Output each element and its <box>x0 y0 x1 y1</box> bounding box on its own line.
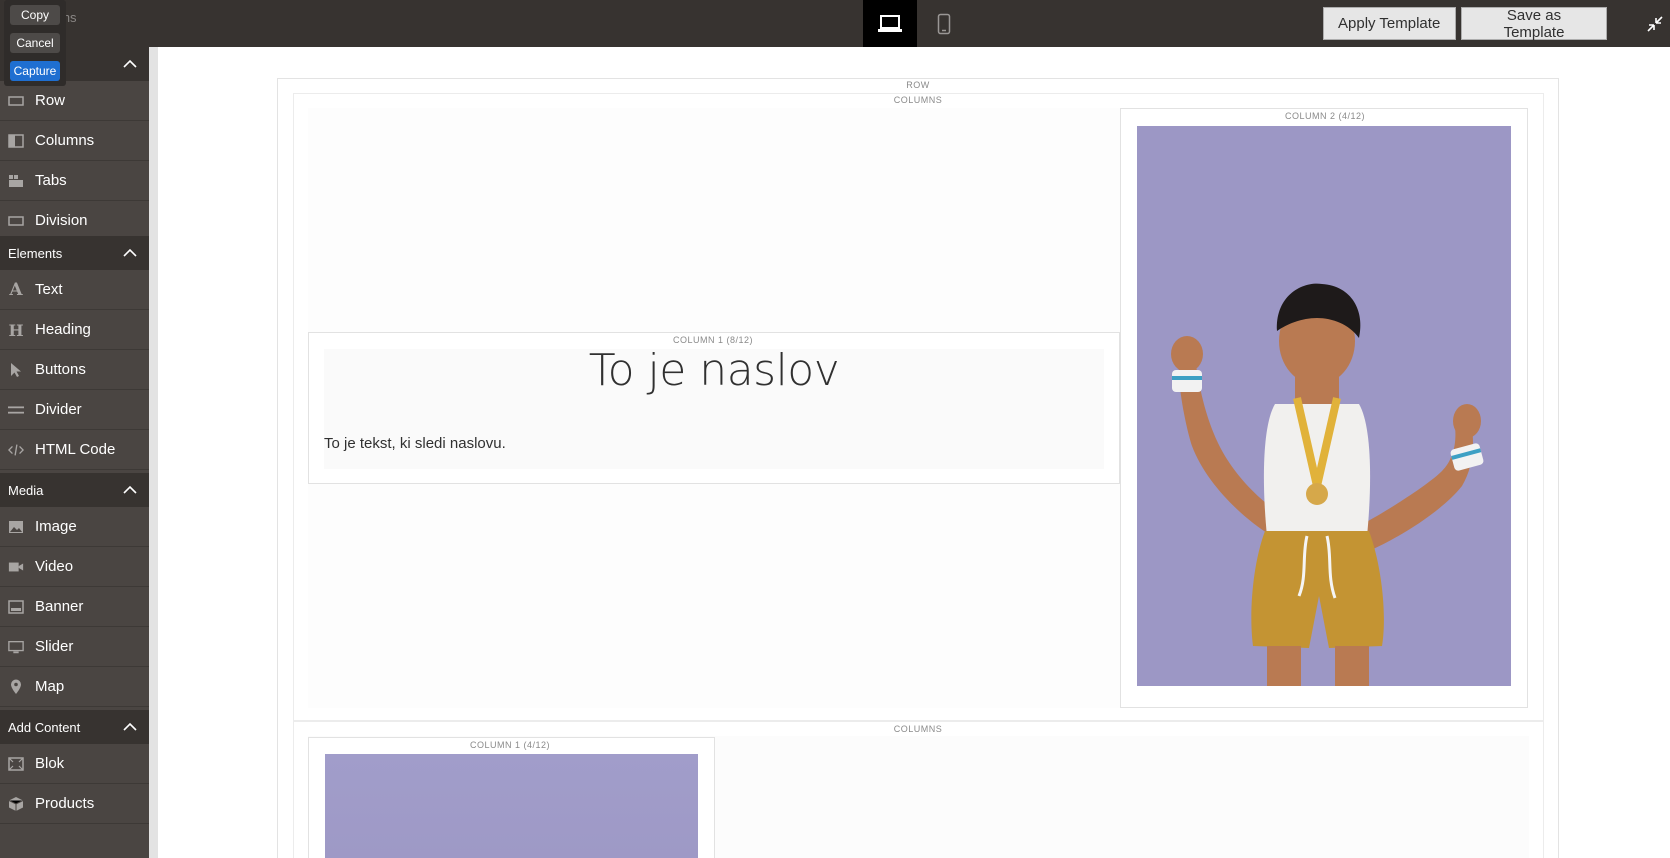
sidebar-item-text[interactable]: A Text <box>0 270 149 310</box>
save-as-template-button[interactable]: Save as Template <box>1461 7 1607 41</box>
sidebar-item-label: Row <box>35 92 66 109</box>
group-add-content-label: Add Content <box>8 719 81 735</box>
second-image[interactable] <box>325 754 698 858</box>
sidebar-item-label: Heading <box>35 321 91 338</box>
sidebar-item-video[interactable]: Video <box>0 547 149 587</box>
chevron-up-icon <box>123 722 137 731</box>
block-icon <box>8 756 24 772</box>
group-elements-header[interactable]: Elements <box>0 236 149 270</box>
sidebar-item-label: Tabs <box>35 172 67 189</box>
sidebar-item-label: Divider <box>35 401 82 418</box>
chevron-up-icon <box>123 59 137 68</box>
columns-icon <box>8 133 24 149</box>
sidebar-item-divider[interactable]: Divider <box>0 390 149 430</box>
sidebar-item-image[interactable]: Image <box>0 507 149 547</box>
sidebar-item-blok[interactable]: Blok <box>0 744 149 784</box>
sidebar-item-tabs[interactable]: Tabs <box>0 161 149 201</box>
sidebar-item-map[interactable]: Map <box>0 667 149 707</box>
division-icon <box>8 213 24 229</box>
video-icon <box>8 559 24 575</box>
column-1-label: COLUMN 1 (8/12) <box>672 335 754 345</box>
columns-label-2: COLUMNS <box>893 724 943 734</box>
code-icon <box>8 442 24 458</box>
mobile-view-button[interactable] <box>917 0 971 47</box>
top-toolbar: Apply Template Save as Template <box>0 0 1670 47</box>
cancel-button[interactable]: Cancel <box>10 33 60 53</box>
apply-template-button[interactable]: Apply Template <box>1323 7 1456 40</box>
group-elements-label: Elements <box>8 245 63 261</box>
sidebar-item-banner[interactable]: Banner <box>0 587 149 627</box>
chevron-up-icon <box>123 248 137 257</box>
sidebar-item-label: Blok <box>35 755 65 772</box>
exit-fullscreen-icon[interactable] <box>1645 14 1665 34</box>
copy-button[interactable]: Copy <box>10 5 60 25</box>
sidebar-item-label: Columns <box>35 132 95 149</box>
tabs-icon <box>8 173 24 189</box>
sidebar-item-label: Image <box>35 518 77 535</box>
sidebar-scrollbar[interactable] <box>149 47 158 858</box>
sidebar-item-label: Buttons <box>35 361 86 378</box>
body-text[interactable]: To je tekst, ki sledi naslovu. <box>324 435 506 452</box>
sidebar-item-columns[interactable]: Columns <box>0 121 149 161</box>
laptop-icon <box>878 14 902 32</box>
row-icon <box>8 93 24 109</box>
chevron-up-icon <box>123 485 137 494</box>
sidebar-item-label: Products <box>35 795 95 812</box>
sidebar-item-html-code[interactable]: HTML Code <box>0 430 149 470</box>
hero-image[interactable] <box>1137 126 1511 686</box>
map-pin-icon <box>8 679 24 695</box>
page-heading[interactable]: To je naslov <box>324 345 1104 396</box>
column-2-label: COLUMN 2 (4/12) <box>1284 111 1366 121</box>
heading-icon: H <box>8 320 24 340</box>
phone-icon <box>937 13 951 34</box>
row-label: ROW <box>906 80 930 90</box>
cube-icon <box>8 796 24 812</box>
sidebar-item-label: Division <box>35 212 88 229</box>
group-add-content-header[interactable]: Add Content <box>0 710 149 744</box>
banner-icon <box>8 599 24 615</box>
boy-with-medal-illustration <box>1137 126 1511 686</box>
sidebar-item-label: Slider <box>35 638 74 655</box>
sidebar-item-label: Text <box>35 281 63 298</box>
column-1b-label: COLUMN 1 (4/12) <box>469 740 551 750</box>
capture-widget: Copy Cancel Capture <box>4 0 66 86</box>
sidebar-item-label: Banner <box>35 598 84 615</box>
desktop-view-button[interactable] <box>863 0 917 47</box>
sidebar-item-label: HTML Code <box>35 441 116 458</box>
columns-label: COLUMNS <box>893 95 943 105</box>
cursor-icon <box>8 362 24 378</box>
sidebar-item-division[interactable]: Division <box>0 201 149 241</box>
sidebar-panel: Row Columns Tabs Division Elements A Tex… <box>0 47 149 858</box>
group-media-header[interactable]: Media <box>0 473 149 507</box>
text-icon: A <box>9 280 23 300</box>
sidebar-item-row[interactable]: Row <box>0 81 149 121</box>
capture-button[interactable]: Capture <box>10 61 60 81</box>
sidebar-item-slider[interactable]: Slider <box>0 627 149 667</box>
sidebar-item-products[interactable]: Products <box>0 784 149 824</box>
image-icon <box>8 519 24 535</box>
slider-icon <box>8 639 24 655</box>
sidebar-item-label: Video <box>35 558 74 575</box>
sidebar-item-heading[interactable]: H Heading <box>0 310 149 350</box>
sidebar-item-label: Map <box>35 678 65 695</box>
sidebar-item-buttons[interactable]: Buttons <box>0 350 149 390</box>
group-media-label: Media <box>8 482 44 498</box>
divider-icon <box>8 402 24 418</box>
